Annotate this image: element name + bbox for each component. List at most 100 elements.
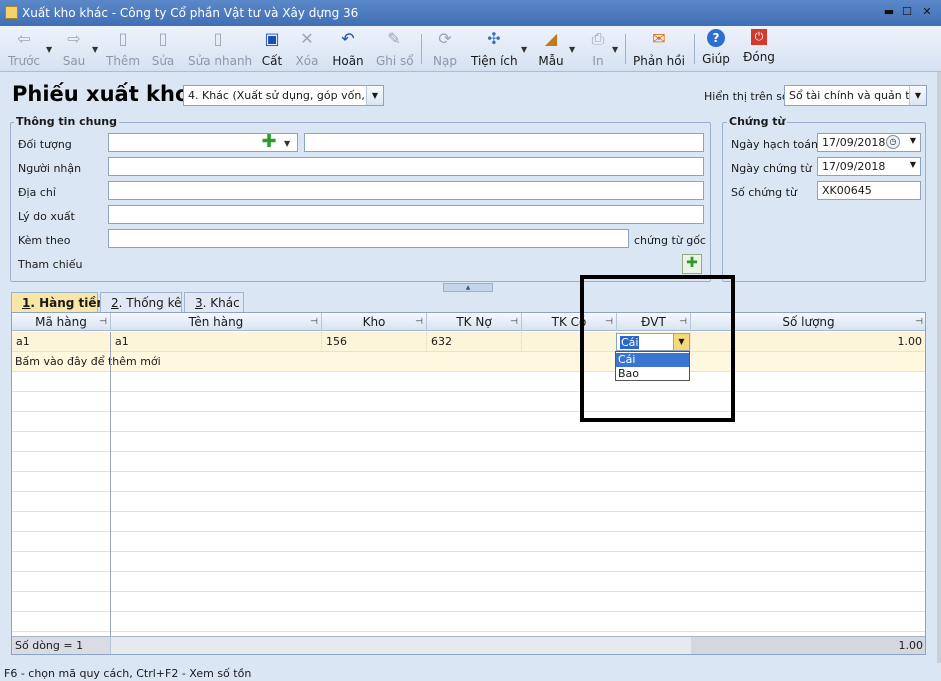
add-object-button[interactable]: ✚ [260,133,278,152]
save-button[interactable]: ▣ Cất [260,29,284,69]
tab-label: . Thống kê [118,296,182,310]
clock-icon[interactable]: ◷ [886,135,900,149]
col-ma-hang[interactable]: Mã hàng ⊣ [12,313,111,331]
col-ten-hang[interactable]: Tên hàng ⊣ [111,313,322,331]
kem-theo-input[interactable] [108,229,629,248]
delete-button[interactable]: ✕ Xóa [295,29,319,69]
table-row[interactable]: a1 a1 156 632 1.00 [12,332,925,352]
kem-theo-label: Kèm theo [18,234,71,247]
undo-button[interactable]: ↶ Hoãn [331,29,365,69]
page-title: Phiếu xuất kho [12,82,190,106]
tools-icon: ✣ [487,29,501,48]
utilities-dropdown-icon[interactable]: ▼ [521,45,527,54]
pin-icon[interactable]: ⊣ [915,313,923,331]
print-dropdown-icon[interactable]: ▼ [612,45,618,54]
pin-icon[interactable]: ⊣ [99,313,107,331]
minimize-button[interactable]: ▬ [882,5,896,19]
tab-thong-ke[interactable]: 2. Thống kê [100,292,182,312]
so-chung-tu-input[interactable]: XK00645 [817,181,921,200]
add-document-icon: ▯ [118,29,128,48]
col-tk-no[interactable]: TK Nợ ⊣ [427,313,522,331]
close-window-button[interactable]: ✕ [920,5,934,19]
arrow-right-icon: ⇨ [67,29,81,48]
add-new-row-text[interactable]: Bấm vào đây để thêm mới [15,352,161,371]
col-kho[interactable]: Kho ⊣ [322,313,427,331]
toolbar: ⇦ Trước ▼ ⇨ Sau ▼ ▯ Thêm ▯ Sửa ▯ Sửa nha… [0,26,941,72]
edit-button[interactable]: ▯ Sửa [150,29,176,69]
cell-tk-no[interactable]: 632 [427,332,522,352]
template-dropdown-icon[interactable]: ▼ [569,45,575,54]
display-on-select[interactable]: Sổ tài chính và quản trị ▼ [784,85,927,106]
reload-icon: ⟳ [438,29,452,48]
chevron-down-icon[interactable]: ▼ [909,86,926,105]
voucher-type-value: 4. Khác (Xuất sử dụng, góp vốn, .. [188,89,376,102]
tab-key: 3 [195,296,203,310]
pin-icon[interactable]: ⊣ [310,313,318,331]
empty-row [12,432,925,452]
add-button[interactable]: ▯ Thêm [106,29,140,69]
empty-row [12,472,925,492]
pin-icon[interactable]: ⊣ [510,313,518,331]
ngay-chung-tu-input[interactable]: 17/09/2018 ▼ [817,157,921,176]
help-button[interactable]: ? Giúp [702,29,730,69]
voucher-type-select[interactable]: 4. Khác (Xuất sử dụng, góp vốn, .. ▼ [183,85,384,106]
chevron-down-icon[interactable]: ▼ [910,136,916,145]
nguoi-nhan-input[interactable] [108,157,704,176]
print-button[interactable]: ⎙ In [587,29,609,69]
so-chung-tu-label: Số chứng từ [731,186,797,199]
ly-do-input[interactable] [108,205,704,224]
next-dropdown-icon[interactable]: ▼ [92,45,98,54]
feedback-button[interactable]: ✉ Phản hồi [633,29,685,69]
utilities-button[interactable]: ✣ Tiện ích [471,29,518,69]
tab-hang-tien[interactable]: 1. Hàng tiền [11,292,105,313]
pin-icon[interactable]: ⊣ [415,313,423,331]
load-button[interactable]: ⟳ Nạp [431,29,459,69]
chevron-down-icon[interactable]: ▼ [366,86,383,105]
doi-tuong-label: Đối tượng [18,138,72,151]
add-reference-button[interactable]: ✚ [682,254,702,274]
ngay-hach-toan-input[interactable]: 17/09/2018 ◷ ▼ [817,133,921,152]
quick-edit-icon: ▯ [213,29,223,48]
tab-label: . Hàng tiền [30,296,106,310]
voucher-title: Chứng từ [727,115,788,128]
tham-chieu-label: Tham chiếu [18,258,83,271]
empty-row [12,512,925,532]
add-new-row[interactable]: Bấm vào đây để thêm mới [12,352,925,372]
empty-row [12,492,925,512]
chevron-down-icon[interactable]: ▼ [910,160,916,169]
pencil-icon: ✎ [387,29,401,48]
maximize-button[interactable]: ☐ [900,5,914,19]
empty-row [12,572,925,592]
doi-tuong-name-input[interactable] [304,133,704,152]
row-count: Số dòng = 1 [12,637,111,654]
tab-khac[interactable]: 3. Khác [184,292,244,312]
window-edge [937,72,941,663]
so-chung-tu-value: XK00645 [822,184,872,197]
post-button[interactable]: ✎ Ghi sổ [376,29,414,69]
grid-header: Mã hàng ⊣ Tên hàng ⊣ Kho ⊣ TK Nợ ⊣ TK Có ⊣ ĐV… [12,313,925,331]
ngay-chung-tu-value: 17/09/2018 [822,160,886,173]
status-bar: F6 - chọn mã quy cách, Ctrl+F2 - Xem số … [0,663,941,681]
cell-kho[interactable]: 156 [322,332,427,352]
prev-button[interactable]: ⇦ Trước [6,29,42,69]
template-icon: ◢ [544,29,558,48]
empty-row [12,612,925,632]
display-on-value: Sổ tài chính và quản trị [789,89,918,102]
empty-row [12,372,925,392]
close-form-button[interactable]: ⏻ Đóng [743,29,775,69]
collapse-button[interactable]: ▲ [443,283,493,292]
dia-chi-input[interactable] [108,181,704,200]
quick-edit-button[interactable]: ▯ Sửa nhanh [188,29,252,69]
grid-footer: Số dòng = 1 1.00 [12,636,925,654]
chung-tu-goc-label: chứng từ gốc [634,234,706,247]
cell-ma-hang[interactable]: a1 [12,332,111,352]
template-button[interactable]: ◢ Mẫu [537,29,565,69]
toolbar-separator [625,34,626,64]
edit-document-icon: ▯ [158,29,168,48]
arrow-left-icon: ⇦ [17,29,31,48]
next-button[interactable]: ⇨ Sau [58,29,90,69]
cell-ten-hang[interactable]: a1 [111,332,322,352]
prev-dropdown-icon[interactable]: ▼ [46,45,52,54]
chevron-down-icon[interactable]: ▼ [284,139,290,148]
general-info-title: Thông tin chung [14,115,120,128]
